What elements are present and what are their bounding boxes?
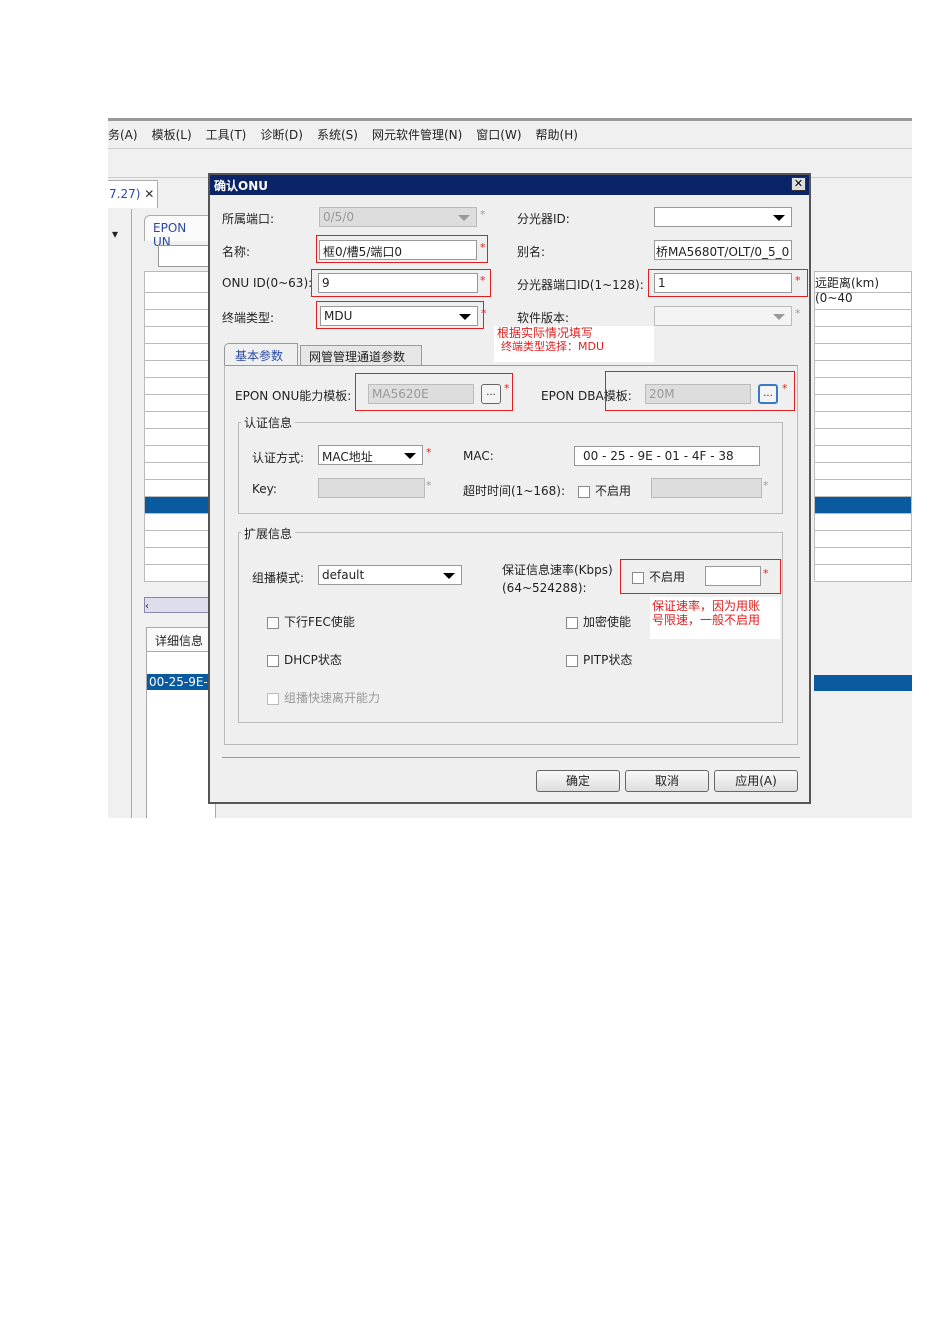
key-label: Key: xyxy=(252,482,277,496)
detail-panel: 00-25-9E- xyxy=(146,651,216,818)
ext-group-title: 扩展信息 xyxy=(241,525,296,542)
dba-template-input: 20M xyxy=(645,384,751,404)
cancel-button[interactable]: 取消 xyxy=(625,770,709,792)
confirm-onu-dialog: 确认ONU ✕ 所属端口: 0/5/0 * 名称: 框0/槽5/端口0 * ON… xyxy=(208,173,811,804)
timeout-label: 超时时间(1~168): xyxy=(463,484,566,498)
document-tab[interactable]: 7.27) ✕ xyxy=(108,180,158,208)
menu-item[interactable]: 帮助(H) xyxy=(536,126,578,143)
cap-template-browse-button[interactable]: ... xyxy=(481,384,501,404)
onu-id-input[interactable]: 9 xyxy=(318,273,478,293)
sw-version-label: 软件版本: xyxy=(517,311,570,325)
dhcp-checkbox[interactable]: DHCP状态 xyxy=(267,651,342,668)
splitter-select[interactable] xyxy=(654,207,792,227)
auth-mode-label: 认证方式: xyxy=(252,451,305,465)
divider xyxy=(222,757,800,758)
fast-leave-checkbox: 组播快速离开能力 xyxy=(267,689,380,706)
menu-item[interactable]: 务(A) xyxy=(108,126,138,143)
auth-group xyxy=(238,422,783,514)
timeout-input xyxy=(651,478,762,498)
dba-template-browse-button[interactable]: ... xyxy=(758,384,778,404)
checkbox-icon[interactable] xyxy=(578,485,590,498)
mcast-mode-select[interactable]: default xyxy=(318,565,462,585)
name-input[interactable]: 框0/槽5/端口0 xyxy=(319,240,477,260)
dropdown-arrow-icon[interactable]: ▾ xyxy=(112,227,118,241)
h-scrollbar[interactable]: ‹ xyxy=(144,597,214,613)
annotation-note: 保证速率，因为用账 号限速，一般不启用 xyxy=(650,597,780,639)
pitp-checkbox[interactable]: PITP状态 xyxy=(566,651,632,668)
menu-bar: 务(A) 模板(L) 工具(T) 诊断(D) 系统(S) 网元软件管理(N) 窗… xyxy=(108,121,912,149)
annotation-note: 根据实际情况填写 终端类型选择：MDU xyxy=(494,326,654,362)
port-value: 0/5/0 xyxy=(323,210,354,224)
sw-version-select[interactable] xyxy=(654,306,792,326)
detail-row[interactable]: 00-25-9E- xyxy=(147,674,215,690)
onu-id-label: ONU ID(0~63): xyxy=(222,276,313,290)
menu-item[interactable]: 网元软件管理(N) xyxy=(372,126,462,143)
splitter-port-label: 分光器端口ID(1~128): xyxy=(517,278,644,292)
cir-disable-checkbox[interactable]: 不启用 xyxy=(632,568,685,585)
tab-mgmt-channel[interactable]: 网管管理通道参数 xyxy=(300,345,422,365)
splitter-label: 分光器ID: xyxy=(517,212,570,226)
detail-row-ext xyxy=(814,675,912,691)
right-table: 远距离(km)(0~40 xyxy=(814,271,912,582)
cir-input[interactable] xyxy=(705,566,761,586)
tab-label: 7.27) xyxy=(109,187,141,201)
tab-basic-params[interactable]: 基本参数 xyxy=(224,343,298,365)
splitter-port-input[interactable]: 1 xyxy=(654,273,792,293)
type-label: 终端类型: xyxy=(222,311,275,325)
port-select[interactable]: 0/5/0 xyxy=(319,207,477,227)
dialog-title: 确认ONU xyxy=(210,175,809,195)
column-header: 远距离(km)(0~40 xyxy=(814,271,912,305)
mac-input[interactable]: 00 - 25 - 9E - 01 - 4F - 38 xyxy=(574,446,760,466)
ok-button[interactable]: 确定 xyxy=(536,770,620,792)
checkbox-icon[interactable] xyxy=(632,571,644,584)
mcast-mode-label: 组播模式: xyxy=(252,571,305,585)
alias-label: 别名: xyxy=(517,245,546,259)
apply-button[interactable]: 应用(A) xyxy=(714,770,798,792)
type-value: MDU xyxy=(324,309,353,323)
menu-item[interactable]: 系统(S) xyxy=(317,126,358,143)
menu-item[interactable]: 工具(T) xyxy=(206,126,247,143)
cir-label: 保证信息速率(Kbps) xyxy=(502,563,613,577)
mac-label: MAC: xyxy=(463,449,494,463)
epon-tab[interactable]: EPON UN xyxy=(144,215,214,249)
cap-template-input: MA5620E xyxy=(368,384,474,404)
key-input xyxy=(318,478,425,498)
fec-checkbox[interactable]: 下行FEC使能 xyxy=(267,613,355,630)
name-label: 名称: xyxy=(222,245,251,259)
type-select[interactable]: MDU xyxy=(320,306,478,326)
left-panel: ▾ xyxy=(108,209,132,818)
menu-item[interactable]: 模板(L) xyxy=(152,126,192,143)
close-button[interactable]: ✕ xyxy=(791,177,806,191)
menu-item[interactable]: 诊断(D) xyxy=(260,126,303,143)
menu-item[interactable]: 窗口(W) xyxy=(476,126,521,143)
auth-group-title: 认证信息 xyxy=(241,414,296,431)
encrypt-checkbox[interactable]: 加密使能 xyxy=(566,613,631,630)
detail-tab[interactable]: 详细信息 xyxy=(146,627,216,651)
cir-range-label: (64~524288): xyxy=(502,581,587,595)
port-label: 所属端口: xyxy=(222,212,275,226)
alias-input[interactable]: 桥MA5680T/OLT/0_5_0 xyxy=(654,240,792,260)
timeout-disable-checkbox[interactable]: 不启用 xyxy=(578,482,631,499)
close-icon[interactable]: ✕ xyxy=(144,187,154,201)
auth-mode-select[interactable]: MAC地址 xyxy=(318,445,423,465)
cap-template-label: EPON ONU能力模板: xyxy=(235,389,352,403)
